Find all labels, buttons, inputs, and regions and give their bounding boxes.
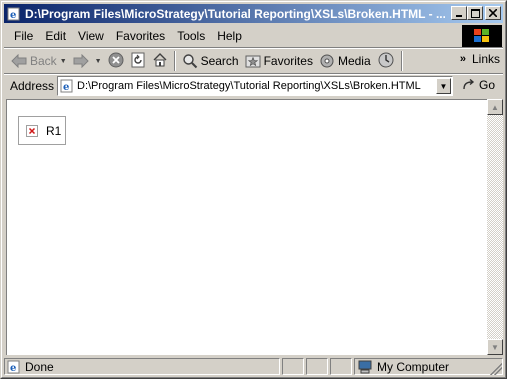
stop-button[interactable]: [105, 50, 127, 72]
forward-arrow-icon: [73, 54, 89, 68]
status-panel-3: [306, 358, 328, 375]
broken-image-icon: [26, 124, 38, 137]
menu-favorites[interactable]: Favorites: [110, 29, 171, 43]
address-label: Address: [10, 79, 55, 93]
refresh-button[interactable]: [127, 50, 149, 72]
status-bar: e Done My Computer: [4, 357, 503, 376]
status-text: Done: [25, 359, 54, 374]
svg-text:e: e: [10, 10, 16, 21]
media-icon: [319, 53, 335, 69]
back-dropdown-icon[interactable]: ▼: [60, 58, 67, 65]
search-button[interactable]: Search: [179, 50, 242, 72]
history-icon: [377, 51, 395, 72]
address-input[interactable]: e D:\Program Files\MicroStrategy\Tutoria…: [57, 76, 453, 96]
menu-tools[interactable]: Tools: [171, 29, 211, 43]
status-panel-4: [330, 358, 352, 375]
address-dropdown-icon[interactable]: ▼: [436, 78, 451, 94]
back-button[interactable]: Back ▼: [8, 50, 70, 72]
address-value: D:\Program Files\MicroStrategy\Tutorial …: [77, 80, 421, 92]
resize-grip[interactable]: [490, 363, 502, 375]
home-button[interactable]: [149, 50, 171, 72]
ie-status-icon: e: [7, 360, 21, 374]
standard-toolbar: Back ▼ ▼ Search Favorites Media: [4, 48, 503, 74]
favorites-button[interactable]: Favorites: [242, 50, 316, 72]
menu-bar: File Edit View Favorites Tools Help: [4, 25, 462, 47]
menu-file[interactable]: File: [8, 29, 39, 43]
windows-logo: [462, 25, 502, 47]
status-zone-panel: My Computer: [354, 358, 503, 375]
window-controls: [451, 6, 501, 20]
media-label: Media: [337, 54, 371, 68]
stop-icon: [108, 52, 124, 71]
scroll-up-button[interactable]: ▲: [487, 99, 503, 115]
scroll-down-button[interactable]: ▼: [487, 339, 503, 355]
forward-button[interactable]: ▼: [70, 50, 105, 72]
links-label[interactable]: Links: [472, 52, 500, 66]
vertical-scrollbar[interactable]: ▲ ▼: [487, 99, 503, 355]
media-button[interactable]: Media: [316, 50, 374, 72]
ie-page-icon: e: [6, 6, 22, 22]
status-zone-text: My Computer: [377, 359, 450, 374]
forward-dropdown-icon[interactable]: ▼: [95, 58, 102, 65]
favorites-star-icon: [245, 53, 261, 69]
minimize-button[interactable]: [451, 6, 467, 20]
svg-text:e: e: [10, 363, 16, 374]
menu-help[interactable]: Help: [211, 29, 248, 43]
svg-text:e: e: [63, 82, 69, 93]
history-button[interactable]: [374, 50, 398, 72]
address-bar: Address e D:\Program Files\MicroStrategy…: [4, 75, 503, 97]
toolbar-separator-2: [400, 51, 403, 71]
links-toolbar[interactable]: » Links: [460, 52, 500, 66]
broken-image: R1: [18, 116, 66, 145]
title-bar[interactable]: e D:\Program Files\MicroStrategy\Tutoria…: [4, 4, 503, 23]
maximize-button[interactable]: [467, 6, 483, 20]
go-label: Go: [478, 78, 495, 92]
broken-image-alt-text: R1: [46, 123, 62, 138]
go-button[interactable]: Go: [462, 78, 495, 92]
search-icon: [182, 53, 198, 69]
status-main-panel: e Done: [4, 358, 280, 375]
close-button[interactable]: [485, 6, 501, 20]
refresh-icon: [130, 52, 146, 71]
back-arrow-icon: [11, 54, 27, 68]
go-arrow-icon: [462, 79, 476, 91]
home-icon: [152, 52, 168, 71]
my-computer-icon: [357, 360, 373, 374]
back-label: Back: [30, 54, 57, 68]
page-icon: e: [60, 79, 74, 93]
browser-window: e D:\Program Files\MicroStrategy\Tutoria…: [0, 0, 507, 379]
toolbar-chevron-icon[interactable]: »: [460, 53, 466, 65]
menu-edit[interactable]: Edit: [39, 29, 72, 43]
search-label: Search: [200, 54, 239, 68]
page-content[interactable]: R1: [6, 99, 487, 355]
menu-view[interactable]: View: [72, 29, 110, 43]
toolbar-separator: [173, 51, 176, 71]
favorites-label: Favorites: [263, 54, 313, 68]
window-title: D:\Program Files\MicroStrategy\Tutorial …: [25, 6, 445, 21]
status-panel-2: [282, 358, 304, 375]
